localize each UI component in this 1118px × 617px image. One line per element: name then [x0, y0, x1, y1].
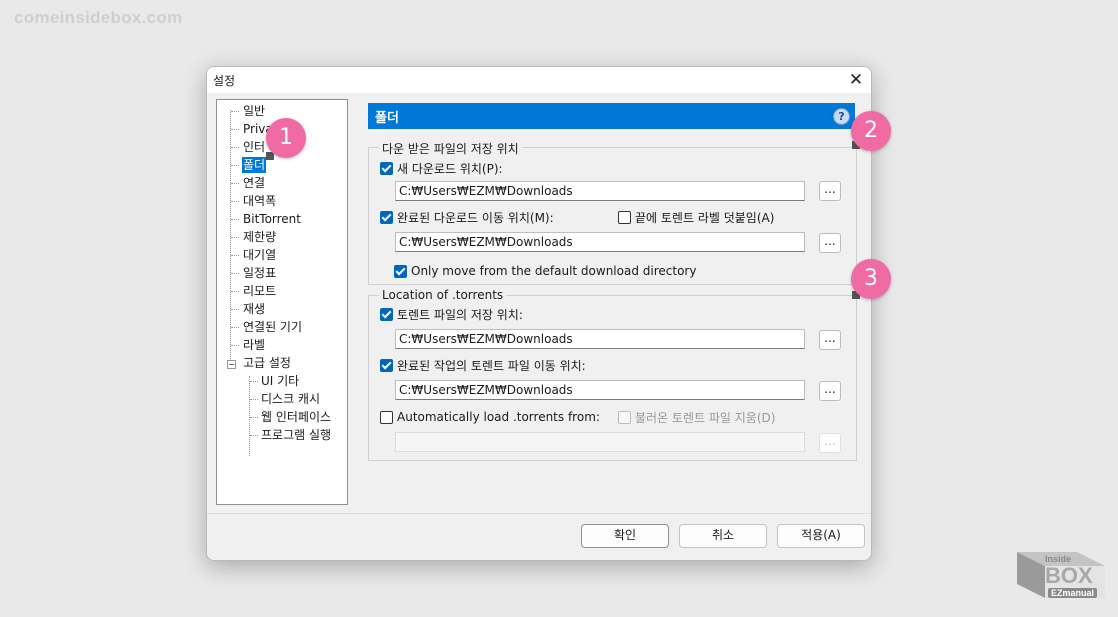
- move-finished-torrents-checkbox[interactable]: 완료된 작업의 토렌트 파일 이동 위치:: [380, 357, 586, 373]
- new-download-path-field[interactable]: C:₩Users₩EZM₩Downloads: [395, 181, 805, 201]
- cancel-button[interactable]: 취소: [679, 524, 767, 548]
- tree-item-connection[interactable]: 연결: [242, 175, 266, 191]
- tree-item-remote[interactable]: 리모트: [242, 283, 277, 299]
- close-icon[interactable]: ✕: [845, 70, 867, 90]
- tree-line: [231, 327, 239, 328]
- checkbox-unchecked-icon: [380, 410, 393, 424]
- append-label-checkbox[interactable]: 끝에 토렌트 라벨 덧붙임(A): [618, 209, 774, 225]
- help-icon[interactable]: ?: [833, 108, 850, 125]
- tree-item-scheduler[interactable]: 일정표: [242, 265, 277, 281]
- delete-loaded-checkbox[interactable]: 불러온 토렌트 파일 지움(D): [618, 409, 775, 425]
- tree-line: [231, 147, 239, 148]
- only-move-default-checkbox[interactable]: Only move from the default download dire…: [394, 263, 696, 279]
- tree-line: [231, 237, 239, 238]
- apply-button[interactable]: 적용(A): [777, 524, 865, 548]
- tree-line: [231, 255, 239, 256]
- tree-item-general[interactable]: 일반: [242, 103, 266, 119]
- tree-item-folders[interactable]: 폴더: [242, 157, 267, 173]
- checkbox-checked-icon: [380, 161, 393, 175]
- button-bar: 확인 취소 적용(A): [207, 513, 871, 560]
- browse-button[interactable]: ...: [819, 330, 841, 350]
- browse-button[interactable]: ...: [819, 381, 841, 401]
- tree-item-disk-cache[interactable]: 디스크 캐시: [260, 391, 321, 407]
- tree-line: [231, 291, 239, 292]
- insidebox-logo: Inside BOX EZmanual: [1015, 548, 1107, 606]
- tree-line: [231, 165, 239, 166]
- move-completed-checkbox[interactable]: 완료된 다운로드 이동 위치(M):: [380, 209, 554, 225]
- settings-tree: − 일반 Priva 인터 폴더 연결 대역폭 BitTorrent 제한량 대…: [216, 99, 348, 505]
- callout-marker-2: 2: [851, 111, 891, 151]
- move-completed-path-field[interactable]: C:₩Users₩EZM₩Downloads: [395, 232, 805, 252]
- site-watermark: comeinsidebox.com: [14, 8, 183, 27]
- tree-item-web-ui[interactable]: 웹 인터페이스: [260, 409, 332, 425]
- checkbox-label: 불러온 토렌트 파일 지움(D): [635, 410, 776, 425]
- checkbox-label: 완료된 작업의 토렌트 파일 이동 위치:: [397, 358, 586, 373]
- tree-line: [231, 129, 239, 130]
- tree-item-interface[interactable]: 인터: [242, 139, 266, 155]
- tree-line: [250, 435, 258, 436]
- new-download-checkbox[interactable]: 새 다운로드 위치(P):: [380, 160, 503, 176]
- tree-line: [249, 376, 250, 456]
- group-legend: Location of .torrents: [379, 288, 507, 302]
- checkbox-label: 끝에 토렌트 라벨 덧붙임(A): [635, 210, 775, 225]
- tree-item-labels[interactable]: 라벨: [242, 337, 266, 353]
- panel-title: 폴더: [375, 111, 399, 126]
- checkbox-unchecked-icon: [618, 410, 631, 424]
- panel-header: 폴더 ?: [368, 103, 855, 129]
- auto-load-checkbox[interactable]: Automatically load .torrents from:: [380, 409, 600, 425]
- ok-button[interactable]: 확인: [581, 524, 669, 548]
- tree-line: [231, 111, 239, 112]
- tree-item-run-program[interactable]: 프로그램 실행: [260, 427, 332, 443]
- tree-line: [250, 399, 258, 400]
- browse-button[interactable]: ...: [819, 433, 841, 453]
- auto-load-path-field[interactable]: [395, 432, 805, 452]
- checkbox-checked-icon: [380, 307, 393, 321]
- store-torrents-checkbox[interactable]: 토렌트 파일의 저장 위치:: [380, 306, 523, 322]
- browse-button[interactable]: ...: [819, 233, 841, 253]
- tree-item-transfer-cap[interactable]: 제한량: [242, 229, 277, 245]
- group-legend: 다운 받은 파일의 저장 위치: [379, 140, 522, 157]
- tree-item-advanced[interactable]: 고급 설정: [242, 355, 292, 371]
- tree-line: [250, 381, 258, 382]
- checkbox-checked-icon: [394, 264, 407, 278]
- checkbox-label: 완료된 다운로드 이동 위치(M):: [397, 210, 554, 225]
- tree-line: [231, 183, 239, 184]
- logo-text-main: BOX: [1045, 563, 1093, 588]
- checkbox-unchecked-icon: [618, 210, 631, 224]
- callout-marker-3: 3: [851, 259, 891, 299]
- tree-item-ui-extras[interactable]: UI 기타: [260, 373, 300, 389]
- title-bar: 설정 ✕: [207, 67, 871, 93]
- settings-dialog: 설정 ✕ − 일반 Priva 인터 폴더 연결 대역폭 BitTorrent …: [206, 66, 872, 561]
- callout-marker-1: 1: [266, 118, 306, 158]
- tree-item-bandwidth[interactable]: 대역폭: [242, 193, 277, 209]
- checkbox-checked-icon: [380, 358, 393, 372]
- tree-line: [231, 201, 239, 202]
- tree-line: [231, 219, 239, 220]
- checkbox-label: 토렌트 파일의 저장 위치:: [397, 307, 523, 322]
- tree-item-paired-devices[interactable]: 연결된 기기: [242, 319, 303, 335]
- tree-line: [231, 309, 239, 310]
- move-finished-path-field[interactable]: C:₩Users₩EZM₩Downloads: [395, 380, 805, 400]
- checkbox-label: Only move from the default download dire…: [411, 264, 697, 278]
- checkbox-label: 새 다운로드 위치(P):: [397, 161, 503, 176]
- tree-item-queueing[interactable]: 대기열: [242, 247, 277, 263]
- tree-line: [231, 345, 239, 346]
- logo-text-sub: EZmanual: [1048, 588, 1098, 598]
- tree-line: [250, 417, 258, 418]
- collapse-icon[interactable]: −: [227, 360, 236, 369]
- checkbox-checked-icon: [380, 210, 393, 224]
- tree-item-bittorrent[interactable]: BitTorrent: [242, 211, 302, 227]
- browse-button[interactable]: ...: [819, 181, 841, 201]
- store-torrents-path-field[interactable]: C:₩Users₩EZM₩Downloads: [395, 329, 805, 349]
- checkbox-label: Automatically load .torrents from:: [397, 410, 600, 424]
- tree-item-playback[interactable]: 재생: [242, 301, 266, 317]
- dialog-title: 설정: [213, 74, 236, 88]
- tree-line: [231, 273, 239, 274]
